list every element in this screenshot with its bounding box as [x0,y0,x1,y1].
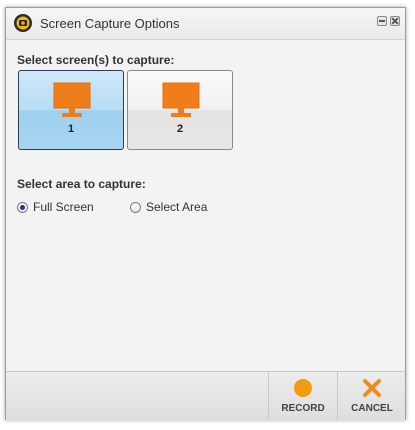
close-button[interactable] [390,16,400,26]
cancel-button[interactable]: CANCEL [337,372,406,420]
select-screens-label: Select screen(s) to capture: [17,53,175,67]
record-icon [294,379,312,397]
action-footer: RECORD CANCEL [6,371,405,420]
select-area-label-text: Select Area [146,200,208,214]
screen-tile-1[interactable]: 1 [18,70,124,150]
monitor-icon [162,82,200,117]
screen-tile-2[interactable]: 2 [127,70,233,150]
full-screen-label: Full Screen [33,200,94,214]
full-screen-radio[interactable] [17,201,28,213]
screen-number: 2 [176,123,184,135]
record-label: RECORD [281,403,325,414]
cancel-x-icon [363,379,381,397]
window-title: Screen Capture Options [40,16,180,31]
record-button[interactable]: RECORD [268,372,337,420]
select-area-label: Select area to capture: [17,177,146,191]
full-screen-option[interactable]: Full Screen [17,200,94,214]
select-area-option[interactable]: Select Area [130,200,207,214]
screen-number: 1 [67,123,75,135]
minimize-button[interactable] [377,16,387,26]
screen-capture-app-icon [14,14,32,32]
screen-capture-options-window: Screen Capture Options Select screen(s) … [5,7,406,420]
title-bar: Screen Capture Options [6,8,405,40]
cancel-label: CANCEL [351,403,393,414]
select-area-radio[interactable] [130,201,141,213]
monitor-icon [53,82,91,117]
